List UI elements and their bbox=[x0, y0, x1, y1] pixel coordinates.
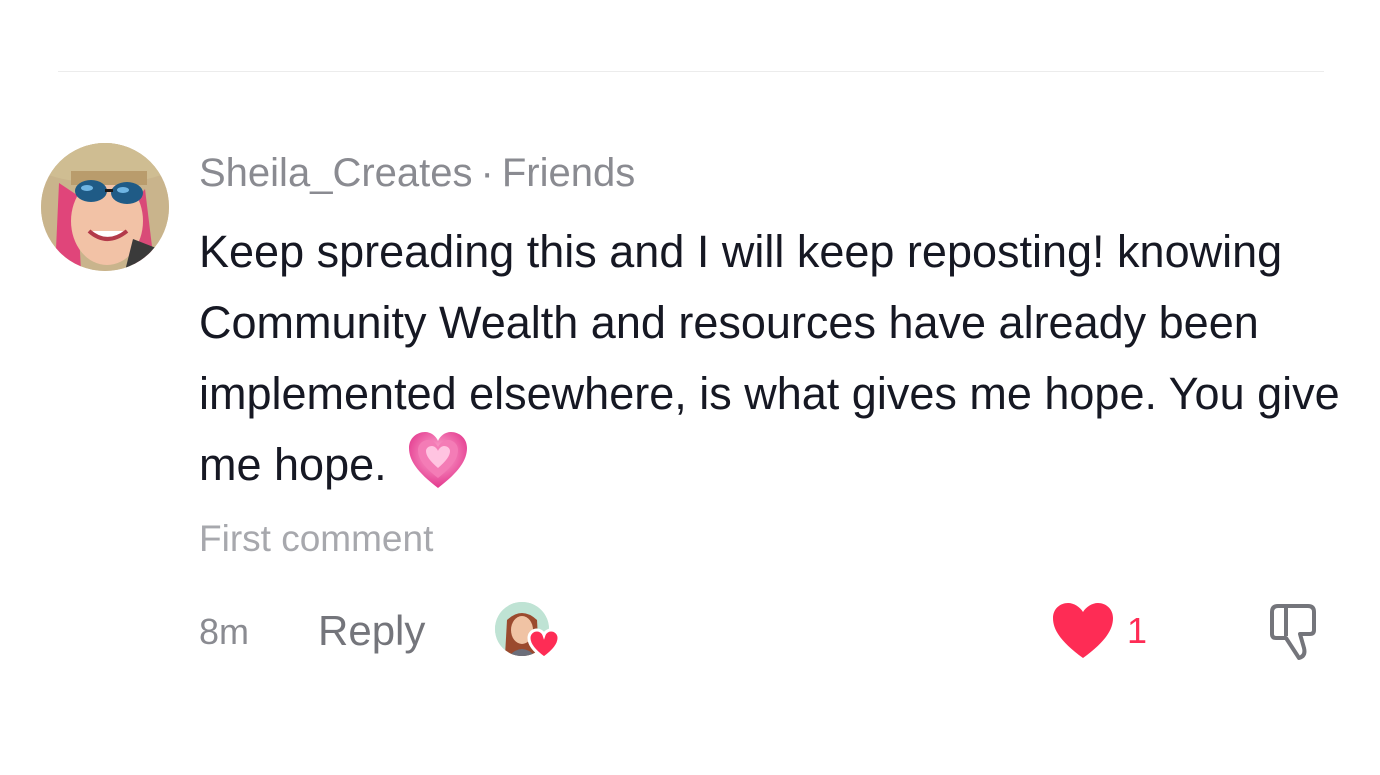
creator-heart-icon bbox=[527, 628, 561, 660]
first-comment-label: First comment bbox=[199, 518, 434, 559]
growing-heart-emoji bbox=[407, 430, 469, 492]
comment-time: 8m bbox=[199, 611, 250, 652]
username[interactable]: Sheila_Creates bbox=[199, 151, 473, 195]
comment-body: Keep spreading this and I will keep repo… bbox=[199, 226, 1340, 490]
liked-by-creator-badge bbox=[495, 600, 563, 662]
comment-item: Sheila_Creates · Friends Keep spreading th… bbox=[0, 0, 1380, 775]
user-avatar[interactable] bbox=[41, 143, 169, 271]
thumbs-down-icon[interactable] bbox=[1262, 600, 1326, 664]
comment-actions: 8m Reply 1 bbox=[199, 600, 1339, 664]
comment-meta: Sheila_Creates · Friends bbox=[199, 148, 1349, 198]
heart-icon bbox=[1051, 602, 1115, 660]
relationship-label: Friends bbox=[501, 151, 636, 195]
comment-content: Sheila_Creates · Friends Keep spreading th… bbox=[199, 148, 1349, 564]
reply-button[interactable]: Reply bbox=[318, 605, 425, 657]
like-count: 1 bbox=[1127, 610, 1148, 651]
comment-text: Keep spreading this and I will keep repo… bbox=[199, 216, 1349, 500]
meta-separator: · bbox=[480, 151, 494, 195]
